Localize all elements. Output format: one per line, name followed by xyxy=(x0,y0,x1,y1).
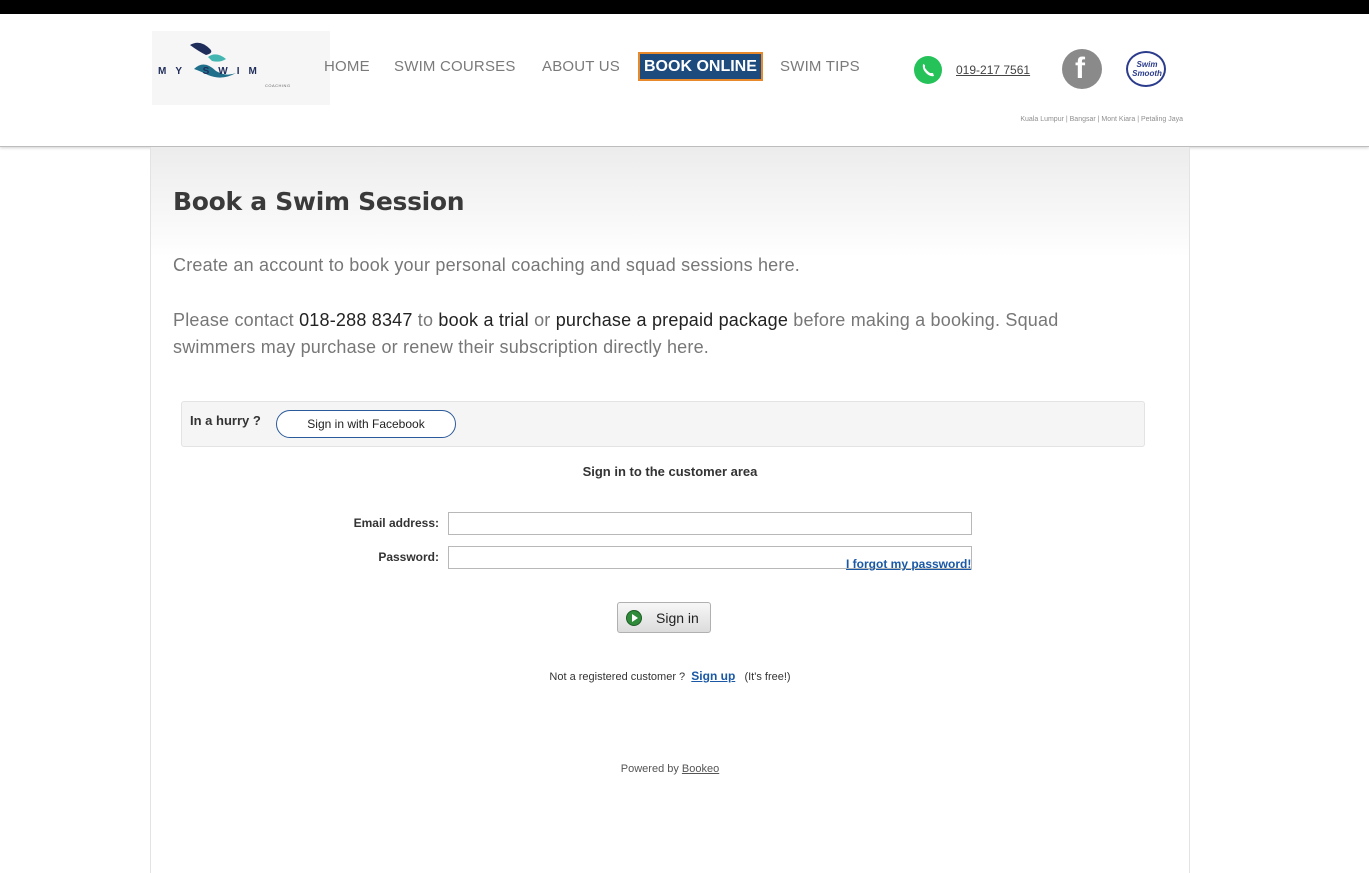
register-line: Not a registered customer ? Sign up (It'… xyxy=(151,669,1189,683)
bookeo-link[interactable]: Bookeo xyxy=(682,763,719,775)
facebook-glyph: f xyxy=(1075,52,1085,85)
swim-smooth-icon[interactable]: Swim Smooth xyxy=(1126,51,1166,87)
facebook-signin-button[interactable]: Sign in with Facebook xyxy=(276,410,456,438)
powered-by: Powered by Bookeo xyxy=(151,763,1189,775)
main-content: Book a Swim Session Create an account to… xyxy=(150,147,1190,873)
intro-text: Create an account to book your personal … xyxy=(173,255,800,275)
password-label: Password: xyxy=(378,550,439,564)
para-text-3: or xyxy=(528,310,556,330)
page: MY SWIM COACHING HOME SWIM COURSES ABOUT… xyxy=(0,14,1369,873)
prepaid-package-link[interactable]: purchase a prepaid package xyxy=(556,310,788,330)
email-label: Email address: xyxy=(353,516,439,530)
book-trial-link[interactable]: book a trial xyxy=(438,310,528,330)
site-header: MY SWIM COACHING HOME SWIM COURSES ABOUT… xyxy=(0,14,1369,147)
nav-home[interactable]: HOME xyxy=(324,58,370,75)
free-note: (It's free!) xyxy=(744,671,791,683)
powered-by-text: Powered by xyxy=(620,763,679,775)
page-title: Book a Swim Session xyxy=(173,187,465,216)
whatsapp-phone-link[interactable]: 019-217 7561 xyxy=(956,63,1030,77)
swim-smooth-label: Swim Smooth xyxy=(1132,60,1162,78)
forgot-password-link[interactable]: I forgot my password! xyxy=(846,557,971,571)
para-text-2: to xyxy=(412,310,439,330)
locations-text: Kuala Lumpur | Bangsar | Mont Kiara | Pe… xyxy=(1020,116,1183,123)
para-text-1: Please contact xyxy=(173,310,300,330)
nav-about-us[interactable]: ABOUT US xyxy=(542,58,620,75)
logo-wordmark: MY SWIM xyxy=(158,66,266,77)
whatsapp-icon[interactable] xyxy=(913,55,943,85)
email-field[interactable] xyxy=(448,512,972,535)
not-registered-text: Not a registered customer ? xyxy=(549,671,686,683)
signin-button[interactable]: Sign in xyxy=(617,602,711,633)
signup-link[interactable]: Sign up xyxy=(691,669,735,683)
nav-swim-courses[interactable]: SWIM COURSES xyxy=(394,58,516,75)
logo-subtitle: COACHING xyxy=(265,83,291,88)
nav-swim-tips[interactable]: SWIM TIPS xyxy=(780,58,860,75)
contact-paragraph: Please contact 018-288 8347 to book a tr… xyxy=(173,307,1073,361)
nav-book-online[interactable]: BOOK ONLINE xyxy=(638,52,763,81)
signin-title: Sign in to the customer area xyxy=(582,464,758,479)
facebook-icon[interactable]: f xyxy=(1062,49,1102,89)
quick-signin-bar: In a hurry ? Sign in with Facebook xyxy=(181,401,1145,447)
signin-button-label: Sign in xyxy=(656,610,699,626)
arrow-right-icon xyxy=(626,610,642,626)
myswim-logo[interactable]: MY SWIM COACHING xyxy=(152,31,330,105)
hurry-label: In a hurry ? xyxy=(190,413,261,428)
contact-phone: 018-288 8347 xyxy=(299,310,413,330)
